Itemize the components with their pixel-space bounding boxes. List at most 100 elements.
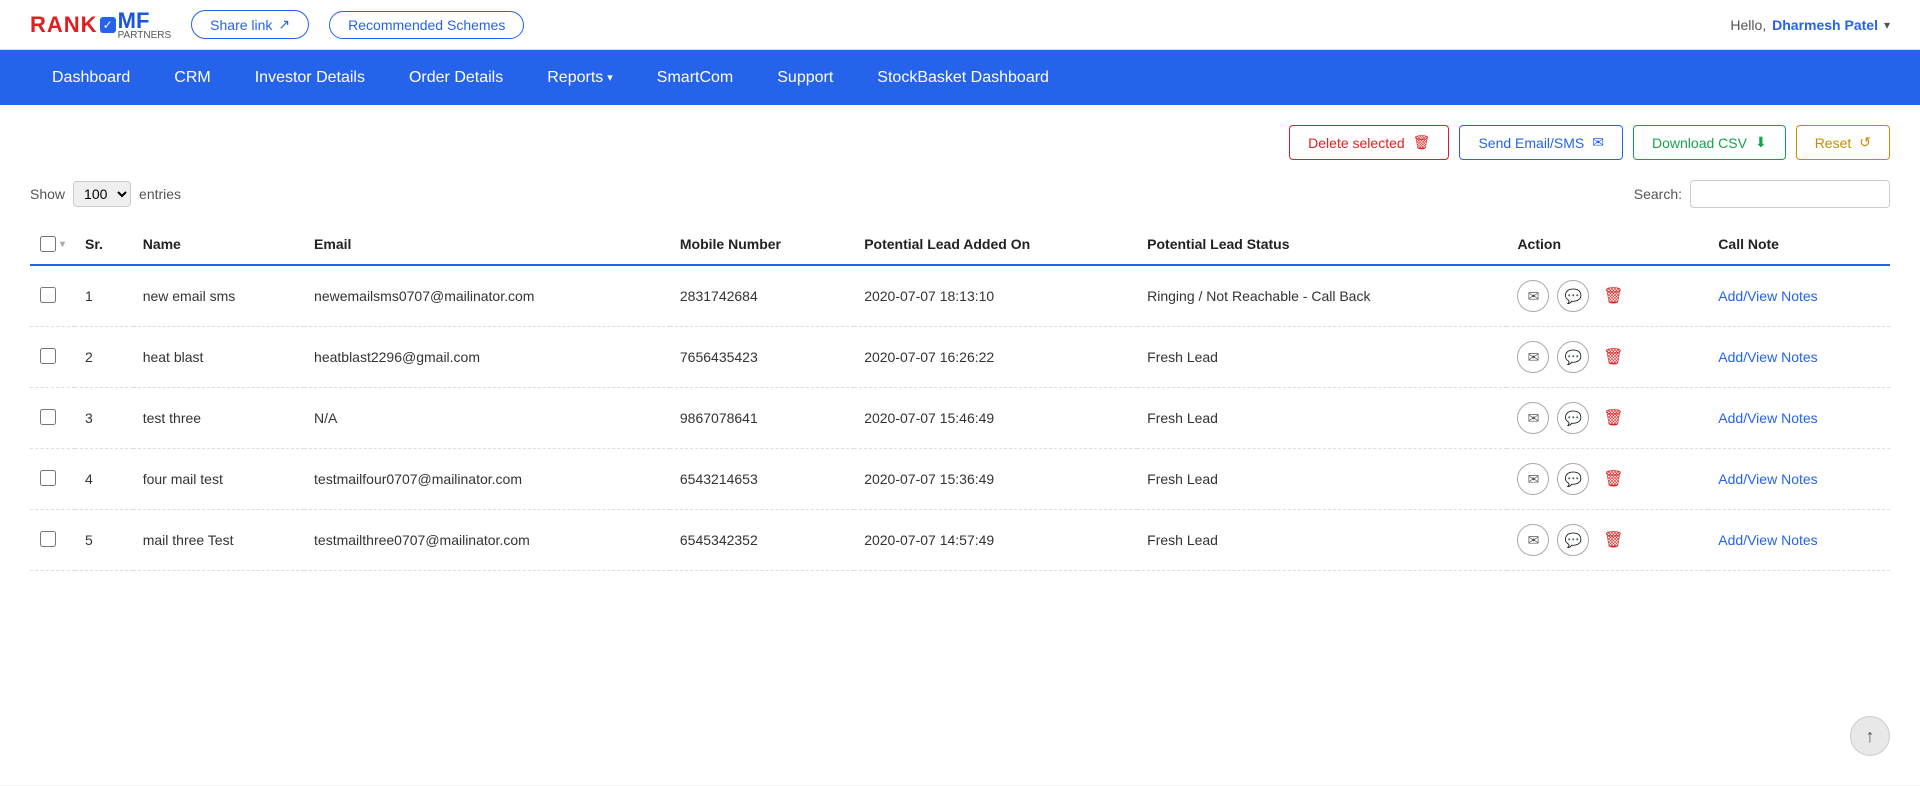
row-name: new email sms xyxy=(133,265,304,327)
top-bar-left: RANK ✓ MF PARTNERS Share link ↗ Recommen… xyxy=(30,8,524,41)
row-status: Fresh Lead xyxy=(1137,510,1507,571)
row-name: heat blast xyxy=(133,327,304,388)
row-action: ✉ 💬 🗑 xyxy=(1507,510,1708,571)
nav-item-reports[interactable]: Reports ▾ xyxy=(525,50,635,105)
row-sr: 1 xyxy=(75,265,133,327)
row-mobile: 6543214653 xyxy=(670,449,854,510)
row-checkbox-cell xyxy=(30,510,75,571)
row-action: ✉ 💬 🗑 xyxy=(1507,327,1708,388)
show-entries-control: Show 100 10 25 50 entries xyxy=(30,181,181,207)
add-view-notes-link[interactable]: Add/View Notes xyxy=(1718,410,1817,426)
leads-table: ▾ Sr. Name Email Mobile Number Potential… xyxy=(30,224,1890,571)
hello-text: Hello, xyxy=(1730,17,1766,33)
search-control: Search: xyxy=(1634,180,1890,208)
row-email-button[interactable]: ✉ xyxy=(1517,280,1549,312)
email-send-icon: ✉ xyxy=(1592,134,1604,151)
row-sr: 2 xyxy=(75,327,133,388)
add-view-notes-link[interactable]: Add/View Notes xyxy=(1718,471,1817,487)
search-input[interactable] xyxy=(1690,180,1890,208)
row-added-on: 2020-07-07 15:36:49 xyxy=(854,449,1137,510)
send-email-sms-button[interactable]: Send Email/SMS ✉ xyxy=(1459,125,1623,160)
share-link-button[interactable]: Share link ↗ xyxy=(191,10,309,39)
nav-item-dashboard[interactable]: Dashboard xyxy=(30,50,152,105)
row-checkbox[interactable] xyxy=(40,287,56,303)
nav-item-crm[interactable]: CRM xyxy=(152,50,232,105)
row-checkbox[interactable] xyxy=(40,348,56,364)
row-delete-button[interactable]: 🗑 xyxy=(1597,341,1629,373)
row-checkbox-cell xyxy=(30,449,75,510)
row-call-note: Add/View Notes xyxy=(1708,449,1890,510)
select-all-checkbox[interactable] xyxy=(40,236,56,252)
nav-item-smartcom[interactable]: SmartCom xyxy=(635,50,755,105)
add-view-notes-link[interactable]: Add/View Notes xyxy=(1718,349,1817,365)
top-bar: RANK ✓ MF PARTNERS Share link ↗ Recommen… xyxy=(0,0,1920,50)
add-view-notes-link[interactable]: Add/View Notes xyxy=(1718,288,1817,304)
row-delete-button[interactable]: 🗑 xyxy=(1597,524,1629,556)
header-status: Potential Lead Status xyxy=(1137,224,1507,265)
row-sms-button[interactable]: 💬 xyxy=(1557,341,1589,373)
row-email: N/A xyxy=(304,388,670,449)
entries-select[interactable]: 100 10 25 50 xyxy=(73,181,131,207)
logo-partners: PARTNERS xyxy=(118,30,172,41)
row-email-button[interactable]: ✉ xyxy=(1517,402,1549,434)
row-call-note: Add/View Notes xyxy=(1708,327,1890,388)
row-sms-button[interactable]: 💬 xyxy=(1557,280,1589,312)
scroll-to-top-button[interactable]: ↑ xyxy=(1850,716,1890,756)
row-call-note: Add/View Notes xyxy=(1708,265,1890,327)
recommended-label: Recommended Schemes xyxy=(348,17,505,33)
nav-item-order-details[interactable]: Order Details xyxy=(387,50,525,105)
row-sms-button[interactable]: 💬 xyxy=(1557,463,1589,495)
nav-label-reports: Reports xyxy=(547,69,603,87)
row-call-note: Add/View Notes xyxy=(1708,510,1890,571)
logo: RANK ✓ MF PARTNERS xyxy=(30,8,171,41)
row-checkbox[interactable] xyxy=(40,531,56,547)
nav-item-support[interactable]: Support xyxy=(755,50,855,105)
row-status: Fresh Lead xyxy=(1137,327,1507,388)
header-action: Action xyxy=(1507,224,1708,265)
header-email: Email xyxy=(304,224,670,265)
logo-check: ✓ xyxy=(100,17,116,33)
row-action: ✉ 💬 🗑 xyxy=(1507,449,1708,510)
header-call-note: Call Note xyxy=(1708,224,1890,265)
row-email: heatblast2296@gmail.com xyxy=(304,327,670,388)
row-mobile: 7656435423 xyxy=(670,327,854,388)
delete-selected-button[interactable]: Delete selected 🗑 xyxy=(1289,125,1449,160)
reset-icon: ↺ xyxy=(1859,134,1871,151)
recommended-schemes-button[interactable]: Recommended Schemes xyxy=(329,11,524,39)
row-delete-button[interactable]: 🗑 xyxy=(1597,280,1629,312)
header-sr: Sr. xyxy=(75,224,133,265)
download-csv-button[interactable]: Download CSV ⬇ xyxy=(1633,125,1786,160)
row-sms-button[interactable]: 💬 xyxy=(1557,402,1589,434)
row-delete-button[interactable]: 🗑 xyxy=(1597,463,1629,495)
row-checkbox[interactable] xyxy=(40,470,56,486)
header-added-on: Potential Lead Added On xyxy=(854,224,1137,265)
content-area: Delete selected 🗑 Send Email/SMS ✉ Downl… xyxy=(0,105,1920,785)
row-status: Fresh Lead xyxy=(1137,449,1507,510)
delete-icon: 🗑 xyxy=(1413,134,1431,151)
row-checkbox-cell xyxy=(30,327,75,388)
row-checkbox[interactable] xyxy=(40,409,56,425)
user-name[interactable]: Dharmesh Patel xyxy=(1772,17,1878,33)
row-email: newemailsms0707@mailinator.com xyxy=(304,265,670,327)
nav-item-investor-details[interactable]: Investor Details xyxy=(233,50,387,105)
reset-button[interactable]: Reset ↺ xyxy=(1796,125,1890,160)
row-delete-button[interactable]: 🗑 xyxy=(1597,402,1629,434)
row-email-button[interactable]: ✉ xyxy=(1517,341,1549,373)
row-added-on: 2020-07-07 16:26:22 xyxy=(854,327,1137,388)
row-sr: 3 xyxy=(75,388,133,449)
user-dropdown-arrow[interactable]: ▾ xyxy=(1884,18,1890,32)
row-name: mail three Test xyxy=(133,510,304,571)
nav-item-stockbasket[interactable]: StockBasket Dashboard xyxy=(855,50,1071,105)
row-sr: 5 xyxy=(75,510,133,571)
row-email-button[interactable]: ✉ xyxy=(1517,463,1549,495)
row-sms-button[interactable]: 💬 xyxy=(1557,524,1589,556)
table-row: 1 new email sms newemailsms0707@mailinat… xyxy=(30,265,1890,327)
nav-bar: Dashboard CRM Investor Details Order Det… xyxy=(0,50,1920,105)
add-view-notes-link[interactable]: Add/View Notes xyxy=(1718,532,1817,548)
email-label: Send Email/SMS xyxy=(1478,135,1584,151)
nav-label-dashboard: Dashboard xyxy=(52,69,130,87)
row-name: four mail test xyxy=(133,449,304,510)
row-status: Ringing / Not Reachable - Call Back xyxy=(1137,265,1507,327)
entries-label: entries xyxy=(139,186,181,202)
row-email-button[interactable]: ✉ xyxy=(1517,524,1549,556)
